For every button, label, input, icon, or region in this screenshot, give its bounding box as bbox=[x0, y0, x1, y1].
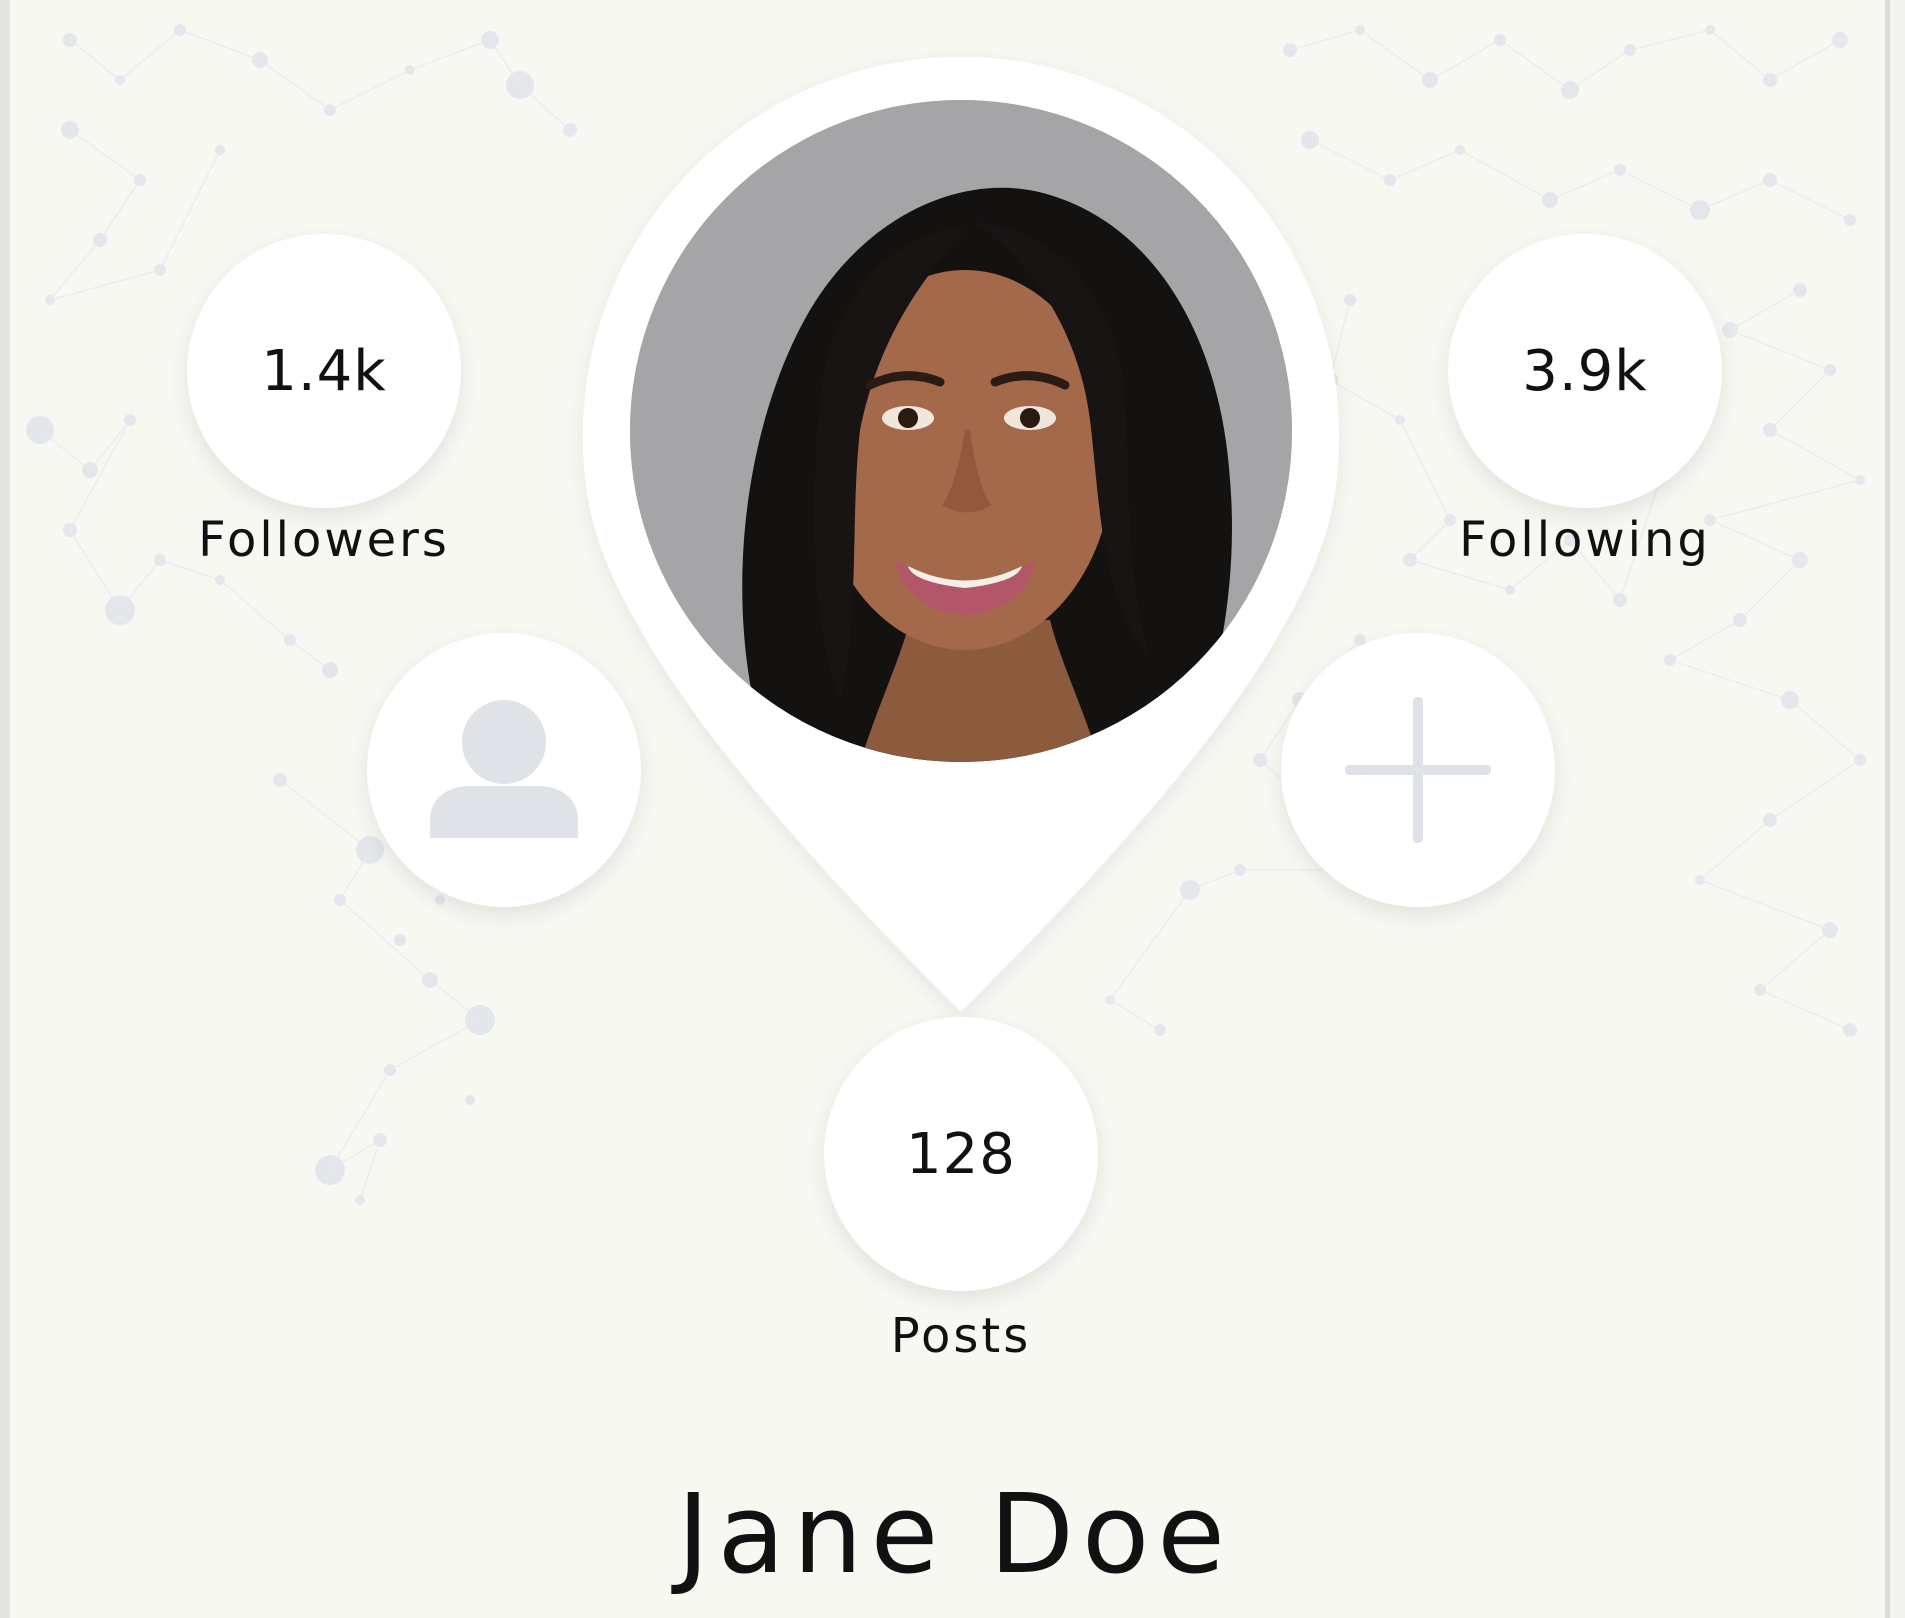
posts-count-circle[interactable]: 128 bbox=[824, 1017, 1098, 1291]
profile-photo[interactable] bbox=[630, 100, 1292, 762]
followers-label: Followers bbox=[198, 512, 450, 568]
profile-card: 1.4k Followers 3.9k Following 128 Posts … bbox=[0, 0, 1890, 1618]
posts-count: 128 bbox=[906, 1121, 1016, 1187]
posts-label: Posts bbox=[890, 1308, 1032, 1364]
view-profile-button[interactable] bbox=[367, 633, 641, 907]
portrait-image bbox=[630, 100, 1292, 762]
plus-icon bbox=[1345, 697, 1491, 843]
following-count: 3.9k bbox=[1522, 338, 1648, 404]
following-label: Following bbox=[1459, 512, 1711, 568]
profile-name: Jane Doe bbox=[677, 1470, 1233, 1598]
followers-count: 1.4k bbox=[261, 338, 387, 404]
following-count-circle[interactable]: 3.9k bbox=[1448, 234, 1722, 508]
followers-count-circle[interactable]: 1.4k bbox=[187, 234, 461, 508]
add-follow-button[interactable] bbox=[1281, 633, 1555, 907]
person-icon bbox=[430, 700, 578, 838]
